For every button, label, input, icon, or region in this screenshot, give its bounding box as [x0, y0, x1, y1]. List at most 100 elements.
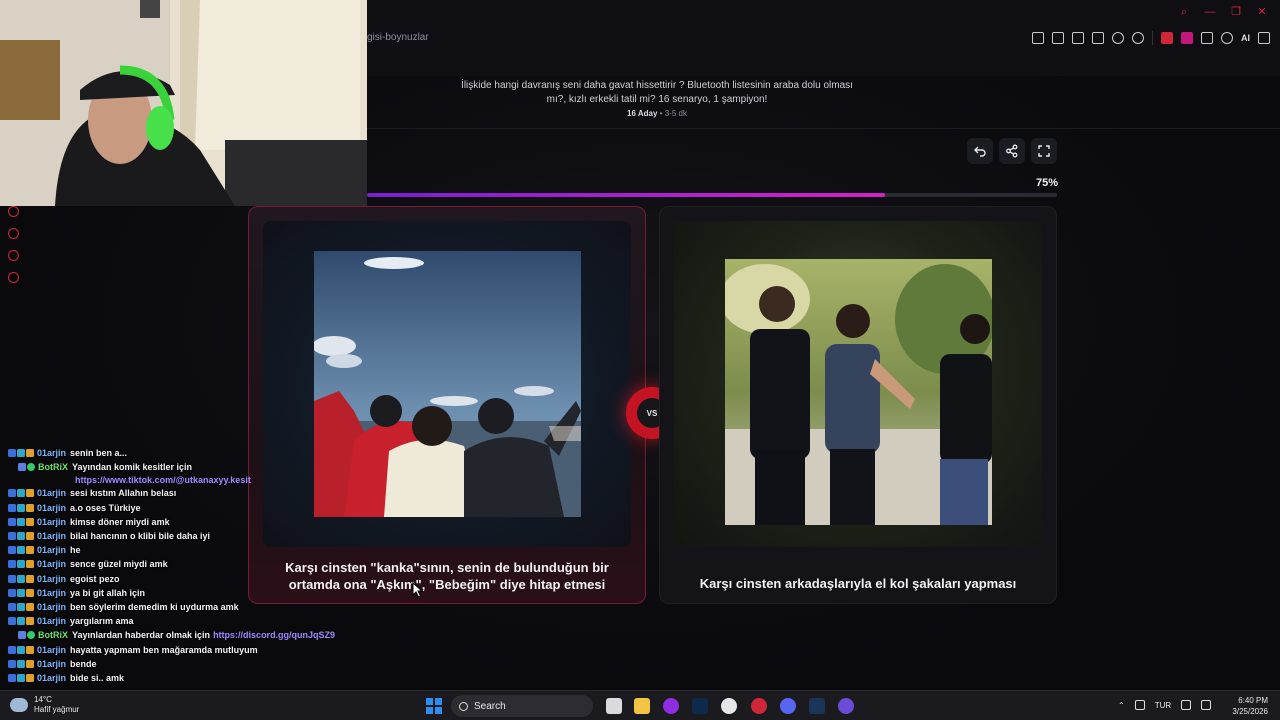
network-icon[interactable]	[1181, 700, 1192, 710]
sidebar-toggle-icon[interactable]	[1032, 32, 1044, 44]
heart-icon[interactable]	[1132, 32, 1144, 44]
sidebar-history-icon[interactable]	[8, 228, 19, 239]
pin-icon[interactable]	[1052, 32, 1064, 44]
badge-icon	[27, 463, 35, 472]
adblock-extension-icon[interactable]	[1161, 32, 1173, 44]
chat-username[interactable]: 01arjin	[37, 543, 66, 557]
user-badges	[8, 546, 34, 555]
fullscreen-icon	[1038, 145, 1050, 157]
badge-icon	[17, 560, 25, 569]
sidebar-settings-icon[interactable]	[8, 272, 19, 283]
badge-icon	[26, 546, 34, 555]
chat-username[interactable]: 01arjin	[37, 600, 66, 614]
undo-button[interactable]	[967, 138, 993, 164]
cloud-rain-icon	[10, 698, 28, 712]
extension-icon[interactable]	[1181, 32, 1193, 44]
sidebar-home-icon[interactable]	[8, 206, 19, 217]
chat-text: he	[70, 545, 81, 556]
chat-username[interactable]: 01arjin	[37, 614, 66, 628]
share-button[interactable]	[999, 138, 1025, 164]
profile-icon[interactable]	[1221, 32, 1233, 44]
chevron-up-icon[interactable]: ⌃	[1118, 701, 1125, 710]
chat-message: 01arjin sesi kıstım Allahın belası	[8, 486, 308, 500]
task-view-icon[interactable]	[606, 698, 622, 714]
badge-icon	[17, 503, 25, 512]
choice-card-right[interactable]: Karşı cinsten arkadaşlarıyla el kol şaka…	[659, 206, 1057, 604]
badge-icon	[17, 532, 25, 541]
candidate-count: 16 Aday	[627, 109, 658, 118]
chat-username[interactable]: BotRiX	[38, 628, 68, 642]
microphone-icon[interactable]	[1134, 700, 1145, 710]
badge-icon	[17, 659, 25, 668]
taskbar-search[interactable]: Search	[451, 695, 593, 717]
chat-username[interactable]: 01arjin	[37, 643, 66, 657]
photoshop-icon[interactable]	[692, 698, 708, 714]
volume-icon[interactable]	[1201, 700, 1212, 710]
clock[interactable]: 6:40 PM 3/25/2026	[1226, 695, 1268, 717]
sidebar-extensions-icon[interactable]	[8, 250, 19, 261]
app-icon[interactable]	[663, 698, 679, 714]
menu-icon[interactable]	[1258, 32, 1270, 44]
chat-username[interactable]: 01arjin	[37, 586, 66, 600]
window-controls: ⌕ — ❐ ✕	[1178, 6, 1268, 18]
badge-icon	[8, 603, 16, 612]
start-button[interactable]	[426, 698, 442, 714]
discord-icon[interactable]	[780, 698, 796, 714]
badge-icon	[8, 588, 16, 597]
file-explorer-icon[interactable]	[634, 698, 650, 714]
url-text[interactable]: gisi-boynuzlar	[367, 32, 429, 43]
chat-message: 01arjin kimse döner miydi amk	[8, 515, 308, 529]
badge-icon	[26, 489, 34, 498]
chat-text: kimse döner miydi amk	[70, 516, 170, 527]
puzzle-icon[interactable]	[1201, 32, 1213, 44]
steam-icon[interactable]	[809, 698, 825, 714]
choice-image-frame	[263, 221, 631, 547]
webcam-overlay	[0, 0, 367, 206]
chat-username[interactable]: 01arjin	[37, 501, 66, 515]
chat-username[interactable]: 01arjin	[37, 557, 66, 571]
weather-temperature: 14°C	[34, 695, 52, 704]
close-icon[interactable]: ✕	[1256, 6, 1268, 18]
friends-playing-photo	[725, 259, 992, 525]
opera-gx-icon[interactable]	[751, 698, 767, 714]
chat-username[interactable]: 01arjin	[37, 515, 66, 529]
badge-icon	[8, 449, 16, 457]
chrome-icon[interactable]	[721, 698, 737, 714]
progress-fill	[367, 193, 885, 197]
chat-text: hayatta yapmam ben mağaramda mutluyum	[70, 644, 258, 655]
minimize-icon[interactable]: —	[1204, 6, 1216, 18]
choice-label-left: Karşı cinsten "kanka"sının, senin de bul…	[285, 560, 609, 592]
chat-text: a.o oses Türkiye	[70, 502, 141, 513]
weather-widget[interactable]: 14°C Hafif yağmur	[10, 695, 79, 715]
chat-username[interactable]: 01arjin	[37, 446, 66, 460]
webcam-image	[0, 0, 367, 206]
quiz-duration: 3-5 dk	[664, 109, 687, 118]
weather-condition: Hafif yağmur	[34, 705, 80, 714]
chat-link[interactable]: https://www.tiktok.com/@utkanaxyy.kesit	[8, 474, 308, 486]
chat-username[interactable]: 01arjin	[37, 529, 66, 543]
chat-text: bende	[70, 658, 97, 669]
fullscreen-button[interactable]	[1031, 138, 1057, 164]
ai-button[interactable]: AI	[1241, 33, 1250, 43]
language-indicator[interactable]: TUR	[1155, 701, 1171, 710]
restore-icon[interactable]: ❐	[1230, 6, 1242, 18]
taskbar: 14°C Hafif yağmur Search ⌃ TUR 6:40 PM 3…	[0, 690, 1280, 720]
chat-message: BotRiX Yayından komik kesitler için	[8, 460, 308, 474]
chat-username[interactable]: BotRiX	[38, 460, 68, 474]
chat-text: ben söylerim demedim ki uydurma amk	[70, 602, 239, 613]
chat-text: bide si.. amk	[70, 673, 125, 684]
search-icon[interactable]: ⌕	[1178, 6, 1190, 18]
chat-link[interactable]: https://discord.gg/qunJqSZ9	[213, 628, 335, 642]
chat-message: 01arjin yargılarım ama	[8, 614, 308, 628]
play-icon[interactable]	[1112, 32, 1124, 44]
screenshot-icon[interactable]	[1072, 32, 1084, 44]
chat-text: Yayınlardan haberdar olmak için	[72, 630, 211, 641]
app-icon[interactable]	[838, 698, 854, 714]
chat-username[interactable]: 01arjin	[37, 657, 66, 671]
shield-icon[interactable]	[1092, 32, 1104, 44]
chat-username[interactable]: 01arjin	[37, 671, 66, 685]
badge-icon	[8, 503, 16, 512]
chat-username[interactable]: 01arjin	[37, 572, 66, 586]
header-divider	[367, 128, 1280, 129]
chat-username[interactable]: 01arjin	[37, 486, 66, 500]
